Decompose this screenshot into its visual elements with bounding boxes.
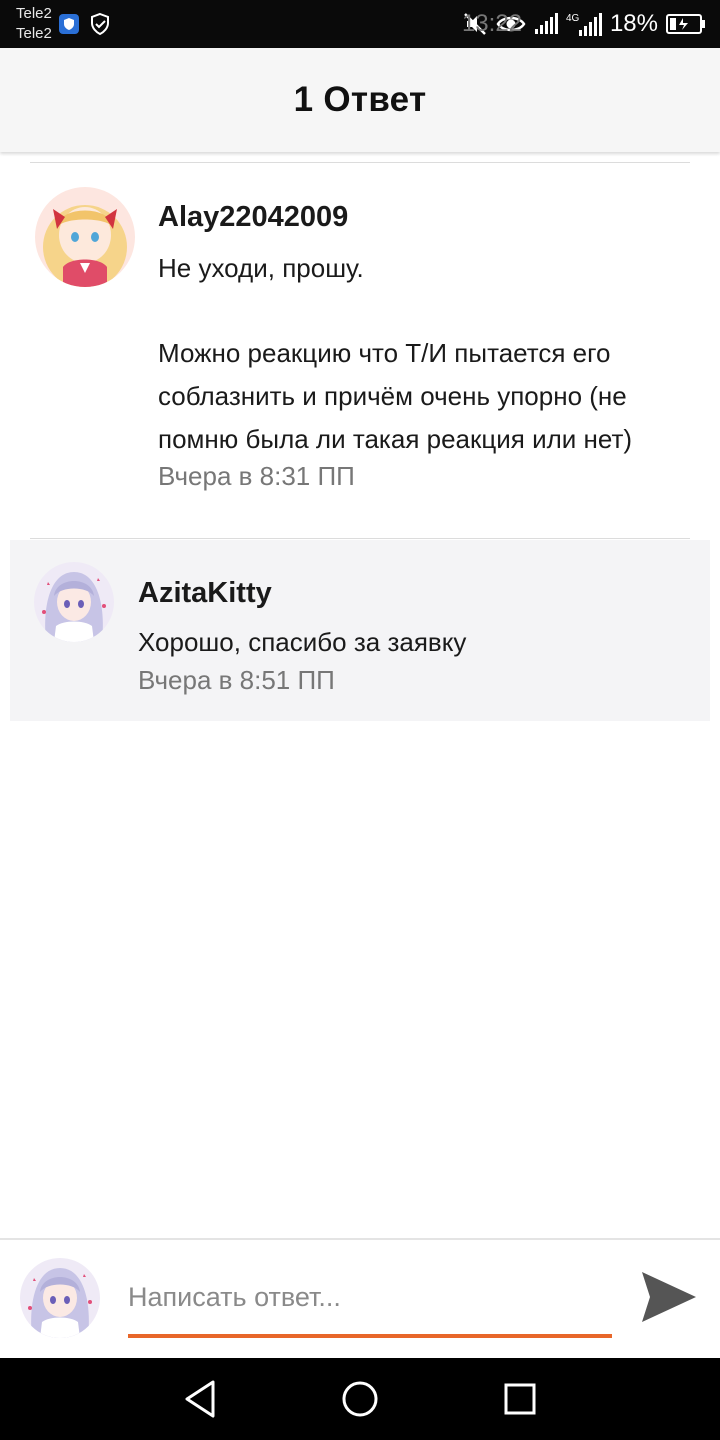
comment-text: Не уходи, прошу. [158,253,364,283]
comment-item: Alay22042009 Не уходи, прошу. Можно реак… [0,0,720,540]
system-nav-bar [0,1358,720,1440]
comment-text-line: соблазнить и причём очень упорно (не [158,381,627,411]
comment-author[interactable]: Alay22042009 [158,201,348,234]
comment-timestamp: Вчера в 8:51 ПП [138,665,335,695]
avatar-image [35,187,135,287]
divider [30,538,690,539]
avatar[interactable] [34,562,114,642]
comment-author[interactable]: AzitaKitty [138,577,272,610]
home-icon[interactable] [337,1376,383,1422]
send-icon[interactable] [638,1268,700,1326]
comment-text: Хорошо, спасибо за заявку [138,627,467,657]
avatar-image [34,562,114,642]
reply-input[interactable] [128,1276,612,1318]
input-underline [128,1334,612,1338]
comment-timestamp: Вчера в 8:31 ПП [158,461,355,491]
comment-text-line: Можно реакцию что Т/И пытается его [158,338,611,368]
avatar[interactable] [35,187,135,287]
user-avatar [20,1258,100,1338]
back-icon[interactable] [177,1376,223,1422]
recents-icon[interactable] [497,1376,543,1422]
comment-text-line: помню была ли такая реакция или нет) [158,424,633,454]
avatar-image [20,1258,100,1338]
